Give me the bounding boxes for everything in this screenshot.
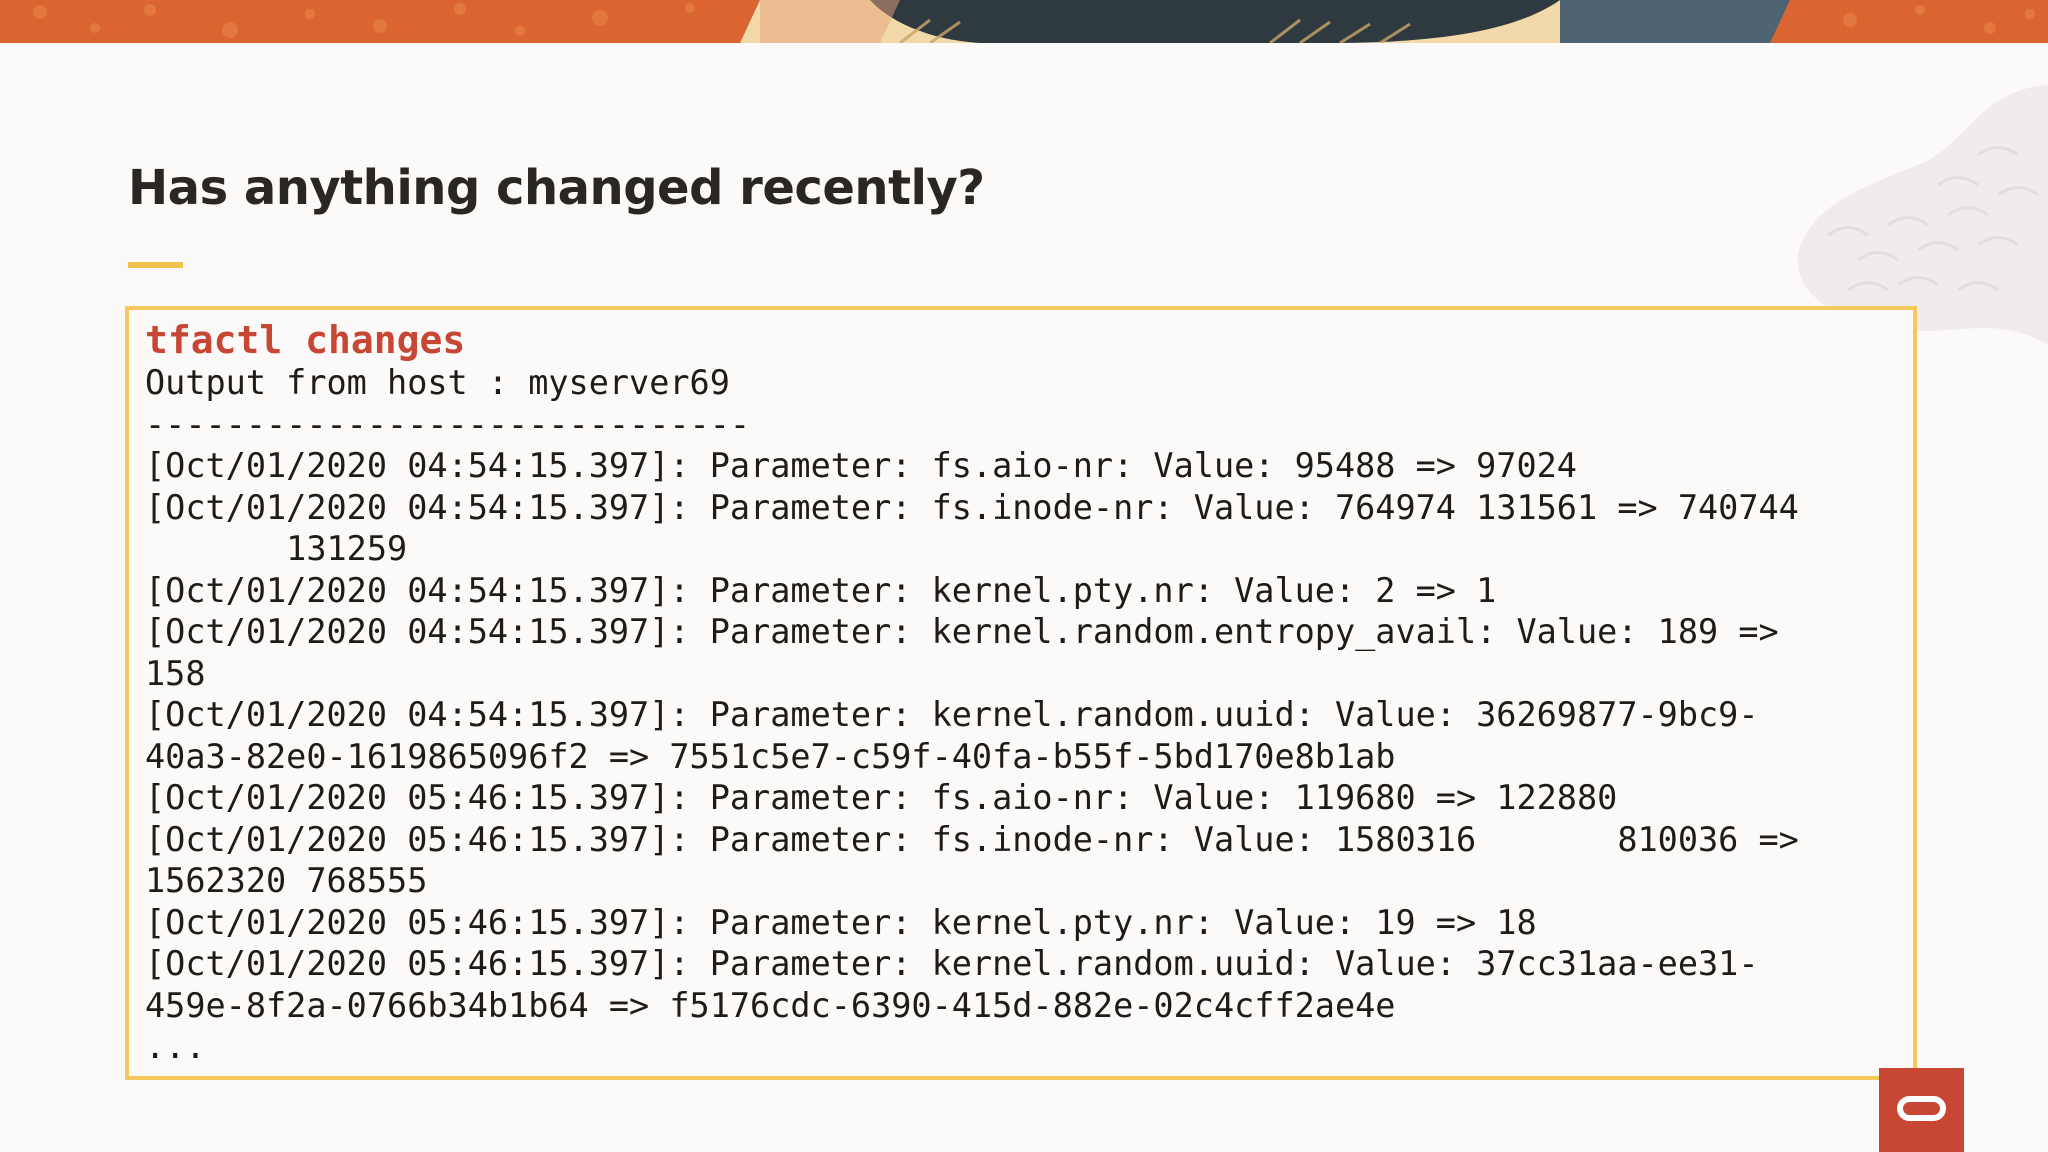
output-line: [Oct/01/2020 04:54:15.397]: Parameter: k… xyxy=(145,612,1779,651)
terminal-output-box: tfactl changes Output from host : myserv… xyxy=(125,306,1917,1080)
slide-title: Has anything changed recently? xyxy=(128,160,985,216)
output-line: 40a3-82e0-1619865096f2 => 7551c5e7-c59f-… xyxy=(145,736,1396,776)
title-accent-bar xyxy=(128,262,183,268)
output-line: 1562320 768555 xyxy=(145,861,428,900)
output-ellipsis: ... xyxy=(145,1027,206,1066)
output-line: 158 xyxy=(145,653,206,693)
oracle-logo-icon xyxy=(1897,1096,1946,1121)
output-line: [Oct/01/2020 04:54:15.397]: Parameter: k… xyxy=(145,570,1497,610)
command-text: tfactl changes xyxy=(145,318,466,362)
output-line: [Oct/01/2020 05:46:15.397]: Parameter: k… xyxy=(145,944,1759,983)
output-line: 131259 xyxy=(145,529,408,568)
output-line: [Oct/01/2020 04:54:15.397]: Parameter: f… xyxy=(145,446,1577,485)
output-separator: ------------------------------ xyxy=(145,404,751,444)
decorative-header-banner xyxy=(0,0,2048,43)
output-line: Output from host : myserver69 xyxy=(145,363,730,402)
output-line: [Oct/01/2020 05:46:15.397]: Parameter: k… xyxy=(145,902,1537,942)
output-line: [Oct/01/2020 04:54:15.397]: Parameter: k… xyxy=(145,695,1759,734)
brand-logo-tab xyxy=(1879,1068,1964,1152)
output-line: [Oct/01/2020 05:46:15.397]: Parameter: f… xyxy=(145,819,1799,859)
output-line: [Oct/01/2020 04:54:15.397]: Parameter: f… xyxy=(145,487,1799,527)
output-line: [Oct/01/2020 05:46:15.397]: Parameter: f… xyxy=(145,778,1618,817)
output-line: 459e-8f2a-0766b34b1b64 => f5176cdc-6390-… xyxy=(145,985,1396,1025)
